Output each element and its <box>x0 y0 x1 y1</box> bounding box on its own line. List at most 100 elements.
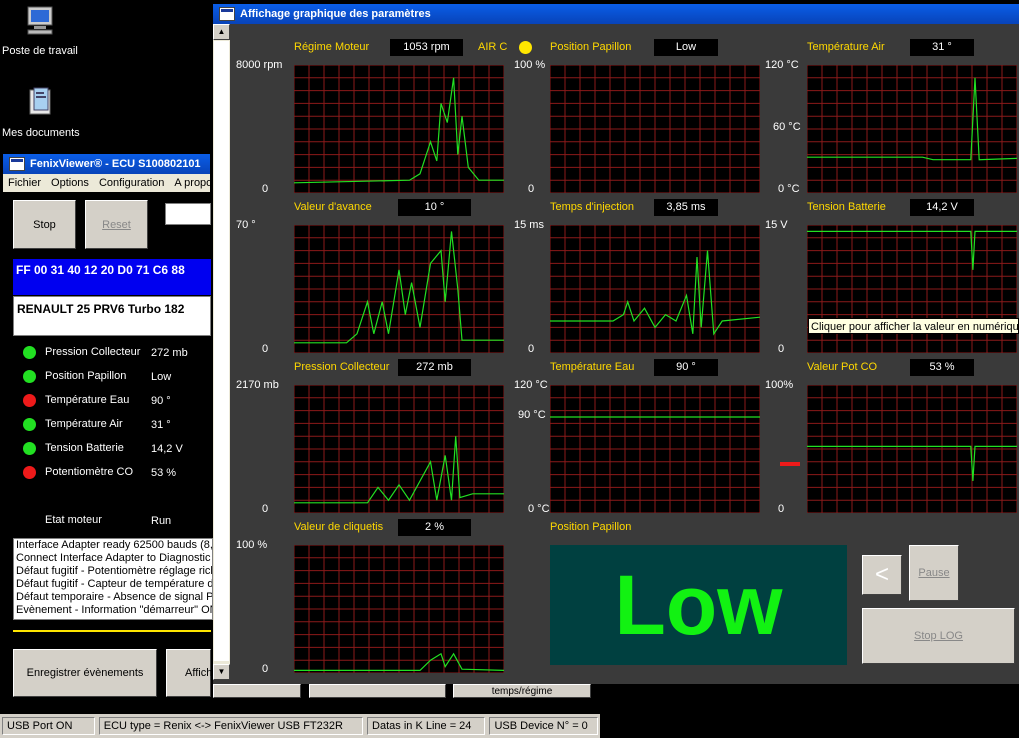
desktop-icon-my-computer[interactable]: Poste de travail <box>2 4 92 57</box>
graph-valeur-cliquetis-value[interactable]: 2 % <box>398 519 471 536</box>
fenix-title: FenixViewer® - ECU S100802101 <box>30 158 201 170</box>
graph-temperature-air-ymid: 60 °C <box>773 121 801 133</box>
save-events-button[interactable]: Enregistrer évènements <box>13 649 157 697</box>
param-position-papillon-value: Low <box>151 371 172 383</box>
event-log-list[interactable]: Interface Adapter ready 62500 bauds (8, … <box>13 538 213 620</box>
menu-a-propos[interactable]: A propo <box>169 177 210 189</box>
desktop-icon-my-documents[interactable]: Mes documents <box>2 86 92 139</box>
graph-temperature-air-plot[interactable] <box>807 65 1017 193</box>
engine-state-value: Run <box>151 515 172 527</box>
co-marker <box>780 462 800 466</box>
graph-temps-injection-plot[interactable] <box>550 225 760 353</box>
stop-button[interactable]: Stop <box>13 200 76 249</box>
param-temperature-eau-label: Température Eau <box>45 394 130 406</box>
graph-tension-batterie-value[interactable]: 14,2 V <box>910 199 974 216</box>
log-line: Connect Interface Adapter to Diagnostic <box>16 552 211 564</box>
vertical-scrollbar[interactable]: ▲ ▼ <box>213 24 230 680</box>
graph-position-papillon-value[interactable]: Low <box>654 39 718 56</box>
graph-pression-collecteur-value[interactable]: 272 mb <box>398 359 471 376</box>
graph-temperature-eau-title: Température Eau <box>550 361 635 373</box>
graph-valeur-avance-ymin: 0 <box>262 343 269 355</box>
graph-temperature-air-ymax: 120 °C <box>765 59 799 71</box>
throttle-position-big-display[interactable]: Low <box>550 545 847 665</box>
graph-title-bar[interactable]: Affichage graphique des paramètres <box>213 4 1019 24</box>
graph-temperature-eau-value[interactable]: 90 ° <box>654 359 718 376</box>
progress-line <box>13 630 211 632</box>
graph-valeur-avance-value[interactable]: 10 ° <box>398 199 471 216</box>
graph-valeur-cliquetis-plot[interactable] <box>294 545 504 673</box>
reset-button[interactable]: Reset <box>85 200 148 249</box>
graph-valeur-pot-co-plot[interactable] <box>807 385 1017 513</box>
hidden-button-2[interactable] <box>309 684 446 698</box>
graph-position-papillon-title: Position Papillon <box>550 41 632 53</box>
graph-valeur-avance-ymax: 70 ° <box>236 219 256 231</box>
menu-fichier[interactable]: Fichier <box>3 177 46 189</box>
graph-regime-moteur-plot[interactable] <box>294 65 504 193</box>
graph-pression-collecteur-title: Pression Collecteur <box>294 361 390 373</box>
menu-configuration[interactable]: Configuration <box>94 177 169 189</box>
graph-valeur-pot-co-title: Valeur Pot CO <box>807 361 878 373</box>
param-pression-collecteur-value: 272 mb <box>151 347 188 359</box>
status-led-icon <box>23 442 36 455</box>
desktop-icon-label: Mes documents <box>2 127 80 139</box>
graph-regime-moteur-value[interactable]: 1053 rpm <box>390 39 463 56</box>
tooltip: Cliquer pour afficher la valeur en numér… <box>808 318 1019 334</box>
air-c-led <box>519 41 532 54</box>
graph-temps-injection-value[interactable]: 3,85 ms <box>654 199 718 216</box>
back-button[interactable]: < <box>862 555 902 595</box>
graph-position-papillon-plot[interactable] <box>550 65 760 193</box>
log-line: Interface Adapter ready 62500 bauds (8, <box>16 539 213 551</box>
param-potentiometre-co-label: Potentiomètre CO <box>45 466 134 478</box>
graph-valeur-pot-co-ymax: 100% <box>765 379 794 391</box>
status-led-icon <box>23 418 36 431</box>
graph-valeur-avance-plot[interactable] <box>294 225 504 353</box>
scroll-down-arrow-icon[interactable]: ▼ <box>213 664 230 680</box>
scroll-up-arrow-icon[interactable]: ▲ <box>213 24 230 40</box>
param-tension-batterie-value: 14,2 V <box>151 443 183 455</box>
log-line: Défaut fugitif - Potentiomètre réglage r… <box>16 565 213 577</box>
graph-pression-collecteur-ymax: 2170 mb <box>236 379 279 391</box>
display-button[interactable]: Affich <box>166 649 212 697</box>
log-line: Défaut fugitif - Capteur de température … <box>16 578 213 590</box>
code-input[interactable] <box>165 203 211 225</box>
graph-window-title: Affichage graphique des paramètres <box>240 8 431 20</box>
status-usb-device: USB Device N° = 0 <box>489 717 598 735</box>
graph-pression-collecteur-plot[interactable] <box>294 385 504 513</box>
graph-temps-injection-title: Temps d'injection <box>550 201 635 213</box>
param-tension-batterie-label: Tension Batterie <box>45 442 124 454</box>
status-ecu-type: ECU type = Renix <-> FenixViewer USB FT2… <box>98 717 364 735</box>
log-line: Défaut temporaire - Absence de signal PM <box>16 591 213 603</box>
stop-log-button[interactable]: Stop LOG <box>862 608 1015 664</box>
fenix-title-bar[interactable]: FenixViewer® - ECU S100802101 <box>3 154 210 174</box>
hidden-button-1[interactable] <box>213 684 301 698</box>
graph-valeur-avance-title: Valeur d'avance <box>294 201 372 213</box>
param-temperature-air-label: Température Air <box>45 418 123 430</box>
graph-valeur-pot-co-value[interactable]: 53 % <box>910 359 974 376</box>
vehicle-name: RENAULT 25 PRV6 Turbo 182 <box>13 296 211 336</box>
graph-temperature-air-value[interactable]: 31 ° <box>910 39 974 56</box>
pause-button[interactable]: Pause <box>909 545 959 601</box>
status-led-icon <box>23 466 36 479</box>
graph-temperature-eau-ymin: 0 °C <box>528 503 550 515</box>
graph-temperature-eau-plot[interactable] <box>550 385 760 513</box>
fenix-menu-bar: Fichier Options Configuration A propo <box>3 174 210 192</box>
graph-temperature-air-ymin: 0 °C <box>778 183 800 195</box>
graph-position-papillon-ymax: 100 % <box>514 59 546 71</box>
status-kline: Datas in K Line = 24 <box>367 717 486 735</box>
app-icon <box>219 7 235 21</box>
documents-folder-icon <box>29 87 51 115</box>
graph-tension-batterie-ymin: 0 <box>778 343 785 355</box>
status-led-icon <box>23 346 36 359</box>
air-c-label: AIR C <box>478 41 508 53</box>
graph-valeur-cliquetis-ymin: 0 <box>262 663 269 675</box>
temps-regime-button[interactable]: temps/régime <box>453 684 591 698</box>
graph-pression-collecteur-ymin: 0 <box>262 503 269 515</box>
graph-valeur-cliquetis-ymax: 100 % <box>236 539 268 551</box>
status-led-icon <box>23 370 36 383</box>
scroll-thumb[interactable] <box>214 41 229 661</box>
graph-valeur-cliquetis-title: Valeur de cliquetis <box>294 521 384 533</box>
position-panel-label: Position Papillon <box>550 521 632 533</box>
graph-tension-batterie-title: Tension Batterie <box>807 201 886 213</box>
status-usb-port: USB Port ON <box>2 717 95 735</box>
menu-options[interactable]: Options <box>46 177 94 189</box>
